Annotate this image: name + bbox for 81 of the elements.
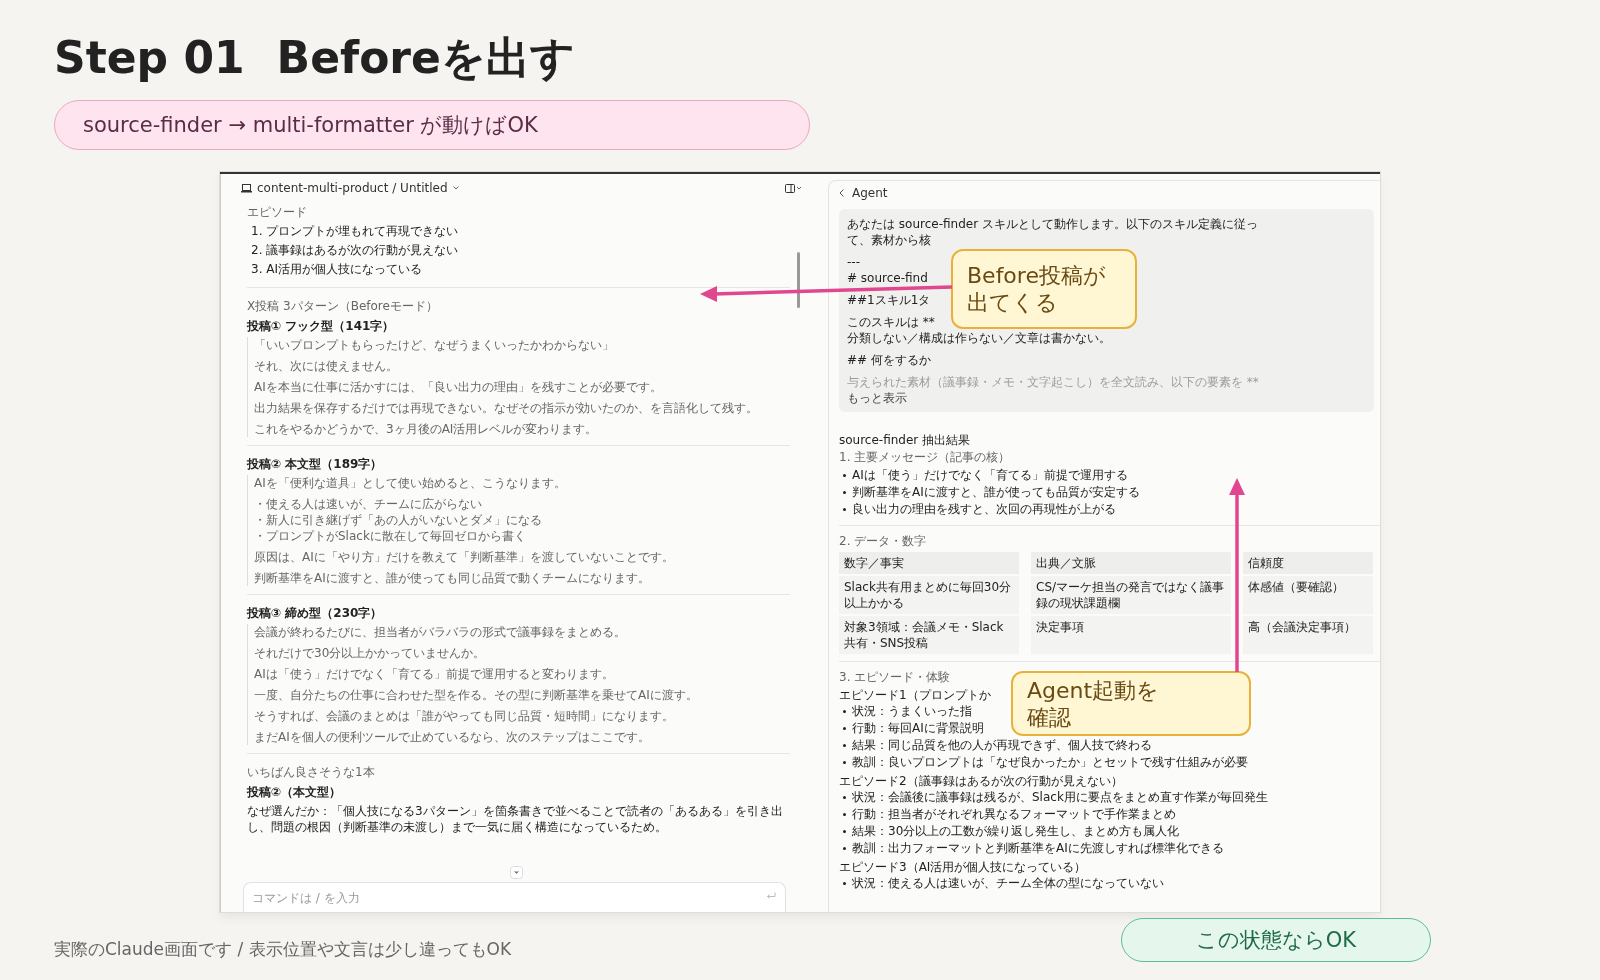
quote-line: 原因は、AIに「やり方」だけを教えて「判断基準」を渡していないことです。 xyxy=(254,549,675,565)
episode-title: エピソード1（プロンプトか xyxy=(839,687,991,703)
bullet-item: 判断基準をAIに渡すと、誰が使っても品質が安定する xyxy=(843,484,1140,501)
prompt-line: あなたは source-finder スキルとして動作します。以下のスキル定義に従っ xyxy=(847,216,1258,232)
section-label: エピソード xyxy=(247,204,308,221)
subtitle-pill: source-finder → multi-formatter が動けばOK xyxy=(54,100,810,150)
result-heading: 1. 主要メッセージ（記事の核） xyxy=(839,449,1011,465)
quote-line: ・新人に引き継げず「あの人がいないとダメ」になる xyxy=(254,512,543,528)
prompt-line: 分類しない／構成は作らない／文章は書かない。 xyxy=(847,330,1111,346)
post-title: 投稿②（本文型） xyxy=(247,784,343,801)
prompt-line: このスキルは ** xyxy=(847,314,935,330)
bullet-item: 良い出力の理由を残すと、次回の再現性が上がる xyxy=(843,501,1116,518)
bullet-item: 状況：会議後に議事録は残るが、Slack用に要点をまとめ直す作業が毎回発生 xyxy=(843,789,1268,806)
quote-line: ・プロンプトがSlackに散在して毎回ゼロから書く xyxy=(254,528,527,544)
prompt-line: 与えられた素材（議事録・メモ・文字起こし）を全文読み、以下の要素を ** xyxy=(847,374,1259,390)
list-item: 1. プロンプトが埋もれて再現できない xyxy=(250,223,460,240)
sidebar-toggle-icon[interactable] xyxy=(785,183,802,193)
callout: Before投稿が 出てくる xyxy=(951,249,1137,329)
quote-line: AIは「使う」だけでなく「育てる」前提で運用すると変わります。 xyxy=(254,666,615,682)
quote-line: 会議が終わるたびに、担当者がバラバラの形式で議事録をまとめる。 xyxy=(254,624,627,640)
bullet-item: 状況：使える人は速いが、チーム全体の型になっていない xyxy=(843,875,1164,892)
bullet-item: 結果：同じ品質を他の人が再現できず、個人技で終わる xyxy=(843,737,1152,754)
episode-title: エピソード2（議事録はあるが次の行動が見えない） xyxy=(839,773,1123,789)
table-cell: 決定事項 xyxy=(1031,616,1231,654)
step-number: Step 01 xyxy=(54,31,245,85)
quote-line: それだけで30分以上かかっていませんか。 xyxy=(254,645,487,661)
quote-line: AIを「便利な道具」として使い始めると、こうなります。 xyxy=(254,475,567,491)
result-heading: 2. データ・数字 xyxy=(839,533,927,549)
prompt-line: # source-find xyxy=(847,270,928,286)
section-heading: X投稿 3パターン（Beforeモード） xyxy=(247,298,439,315)
quote-line: ・使える人は速いが、チームに広がらない xyxy=(254,496,483,512)
table-header: 数字／事実 xyxy=(839,552,1019,574)
footnote: 実際のClaude画面です / 表示位置や文言は少し違ってもOK xyxy=(54,938,512,961)
table-cell: CS/マーケ担当の発言ではなく議事録の現状課題欄 xyxy=(1031,576,1231,614)
back-icon[interactable] xyxy=(839,189,844,197)
table-cell: 体感値（要確認） xyxy=(1243,576,1373,614)
bullet-item: AIは「使う」だけでなく「育てる」前提で運用する xyxy=(843,467,1128,484)
callout: Agent起動を 確認 xyxy=(1011,671,1251,736)
list-item: 2. 議事録はあるが次の行動が見えない xyxy=(250,242,460,259)
table-cell: 対象3領域：会議メモ・Slack共有・SNS投稿 xyxy=(839,616,1019,654)
prompt-line: て、素材から核 xyxy=(847,232,931,248)
post-title: 投稿① フック型（141字） xyxy=(247,318,396,335)
quote-line: AIを本当に仕事に活かすには、「良い出力の理由」を残すことが必要です。 xyxy=(254,379,663,395)
quote-line: それ、次には使えません。 xyxy=(254,358,399,374)
bullet-item: 教訓：出力フォーマットと判断基準をAIに先渡しすれば標準化できる xyxy=(843,840,1224,857)
table-cell: Slack共有用まとめに毎回30分以上かかる xyxy=(839,576,1019,614)
quote-line: 判断基準をAIに渡すと、誰が使っても同じ品質で動くチームになります。 xyxy=(254,570,651,586)
list-item: 3. AI活用が個人技になっている xyxy=(250,261,423,278)
bullet-item: 状況：うまくいった指 xyxy=(843,703,972,720)
table-header: 出典／文脈 xyxy=(1031,552,1231,574)
command-input[interactable]: コマンドは / を入力 xyxy=(243,882,786,912)
laptop-icon xyxy=(241,183,252,193)
breadcrumb[interactable]: content-multi-product / Untitled xyxy=(257,181,448,195)
prompt-line: ## 何をするか xyxy=(847,352,931,368)
post-title: 投稿③ 締め型（230字） xyxy=(247,605,384,622)
quote-line: まだAIを個人の便利ツールで止めているなら、次のステップはここです。 xyxy=(254,729,651,745)
prompt-line: ##1スキル1タ xyxy=(847,292,931,308)
result-heading: 3. エピソード・体験 xyxy=(839,669,951,685)
quote-line: 出力結果を保存するだけでは再現できない。なぜその指示が効いたのか、を言語化して残す。 xyxy=(254,400,759,416)
slide-title: Beforeを出す xyxy=(276,31,575,85)
panel-title: Agent xyxy=(852,186,888,200)
prompt-line: --- xyxy=(847,254,860,270)
bullet-item: 教訓：良いプロンプトは「なぜ良かったか」とセットで残す仕組みが必要 xyxy=(843,754,1248,771)
quote-line: 一度、自分たちの仕事に合わせた型を作る。その型に判断基準を乗せてAIに渡す。 xyxy=(254,687,699,703)
reason-text: なぜ選んだか：「個人技になる3パターン」を箇条書きで並べることで読者の「あるある」を引き出し、問題の根因（判断基準の未渡し）まで一気に届く構造になっているため。 xyxy=(247,803,784,835)
bullet-item: 結果：30分以上の工数が繰り返し発生し、まとめ方も属人化 xyxy=(843,823,1180,840)
table-cell: 高（会議決定事項） xyxy=(1243,616,1373,654)
caret-icon[interactable] xyxy=(452,186,459,190)
show-more-link[interactable]: もっと表示 xyxy=(847,390,907,406)
bullet-item: 行動：毎回AIに背景説明 xyxy=(843,720,984,737)
section-label: いちばん良さそうな1本 xyxy=(247,764,376,781)
ok-badge: この状態ならOK xyxy=(1121,918,1431,962)
scrollbar-thumb[interactable] xyxy=(797,252,800,308)
episode-title: エピソード3（AI活用が個人技になっている） xyxy=(839,859,1087,875)
quote-line: そうすれば、会議のまとめは「誰がやっても同じ品質・短時間」になります。 xyxy=(254,708,675,724)
quote-line: 「いいプロンプトもらったけど、なぜうまくいったかわからない」 xyxy=(254,337,615,353)
post-title: 投稿② 本文型（189字） xyxy=(247,456,384,473)
quote-line: これをやるかどうかで、3ヶ月後のAI活用レベルが変わります。 xyxy=(254,421,599,437)
result-title: source-finder 抽出結果 xyxy=(839,432,971,449)
bullet-item: 行動：担当者がそれぞれ異なるフォーマットで手作業まとめ xyxy=(843,806,1176,823)
table-header: 信頼度 xyxy=(1243,552,1373,574)
